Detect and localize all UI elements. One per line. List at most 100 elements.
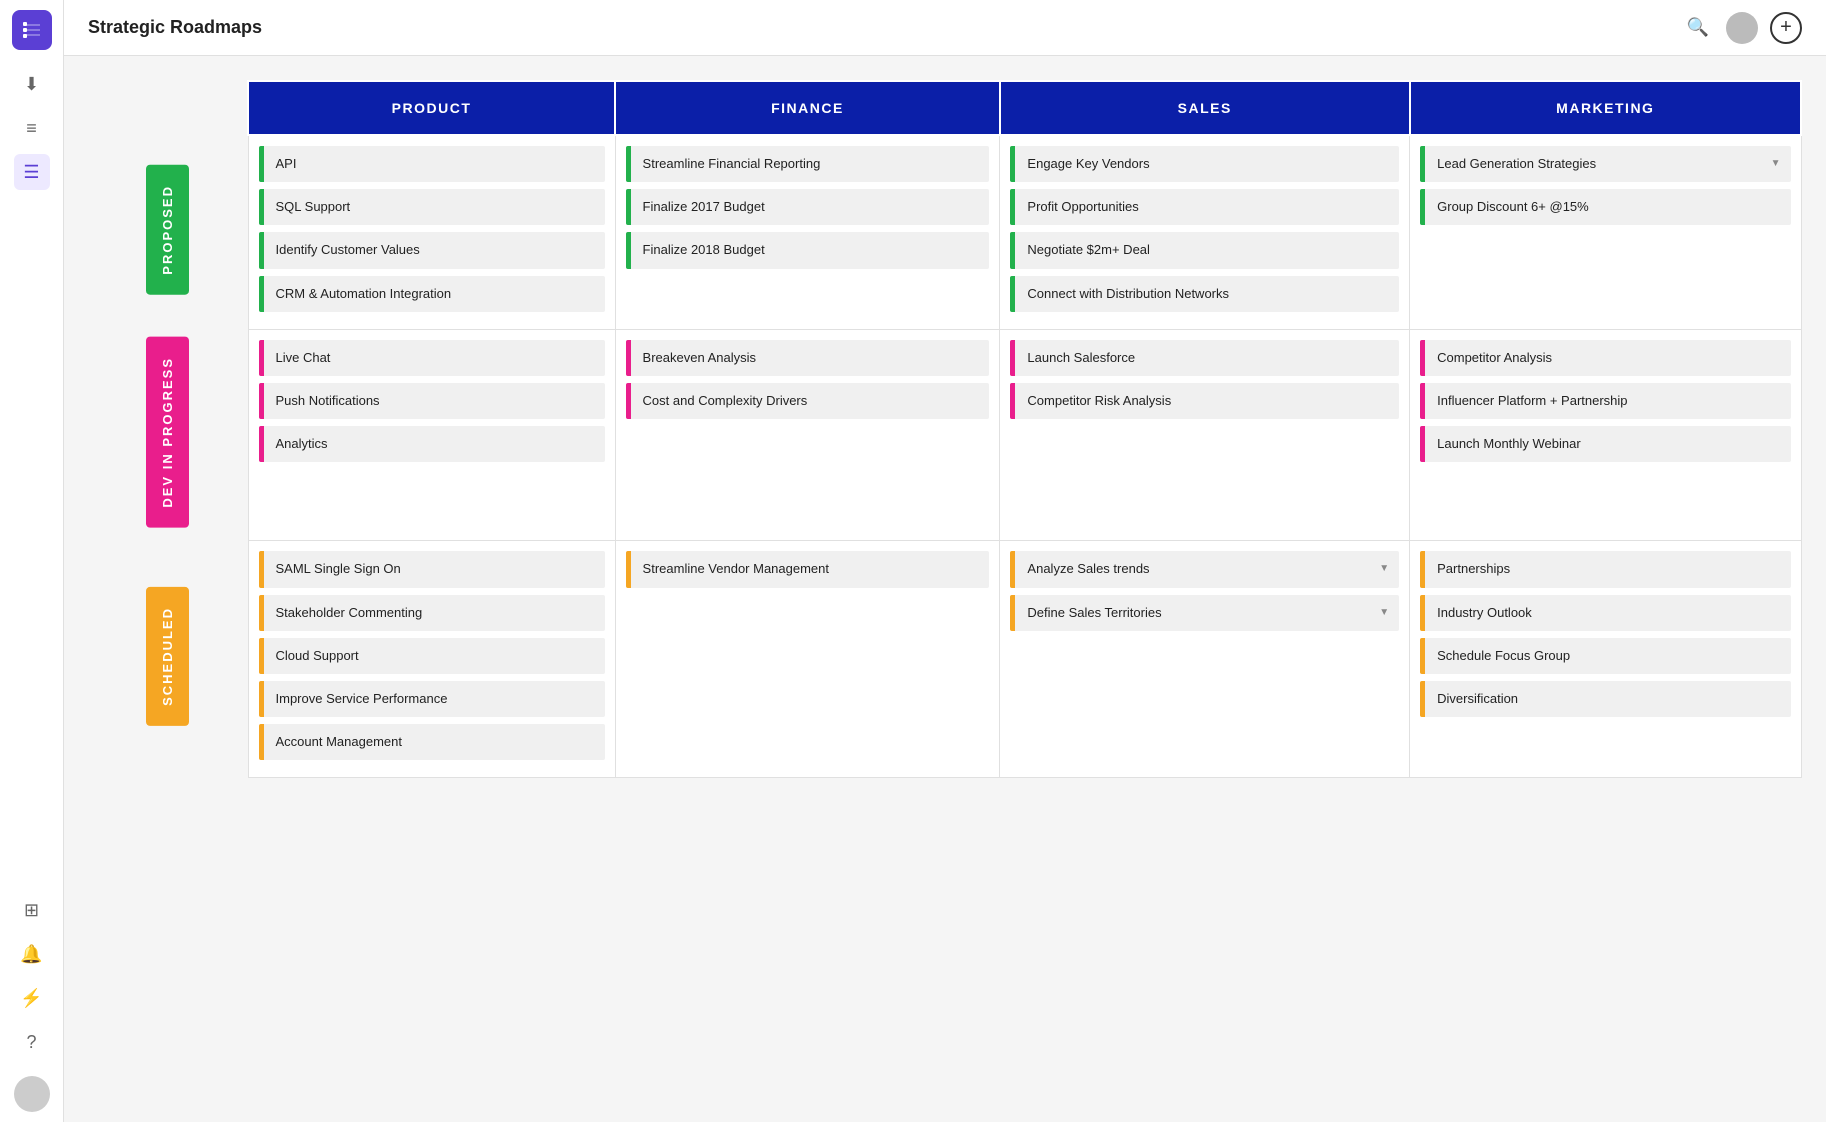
card-text: Negotiate $2m+ Deal (1027, 241, 1389, 259)
card[interactable]: Cloud Support (259, 638, 605, 674)
card[interactable]: Identify Customer Values (259, 232, 605, 268)
app-logo[interactable] (12, 10, 52, 50)
col-header-marketing: MARKETING (1410, 81, 1801, 135)
card-text: Schedule Focus Group (1437, 647, 1780, 665)
card[interactable]: API (259, 146, 605, 182)
card[interactable]: Diversification (1420, 681, 1790, 717)
card-text: Industry Outlook (1437, 604, 1780, 622)
card-text: Influencer Platform + Partnership (1437, 392, 1780, 410)
card[interactable]: Analytics (259, 426, 605, 462)
sidebar-lightning[interactable]: ⚡ (14, 980, 50, 1016)
card[interactable]: SAML Single Sign On (259, 551, 605, 587)
card[interactable]: Analyze Sales trends▼ (1010, 551, 1399, 587)
card-text: Finalize 2018 Budget (643, 241, 980, 259)
card-text: Push Notifications (276, 392, 595, 410)
card-text: Engage Key Vendors (1027, 155, 1389, 173)
cell-scheduled-finance: Streamline Vendor Management (615, 541, 1000, 778)
user-avatar[interactable] (1726, 12, 1758, 44)
card-text: Launch Salesforce (1027, 349, 1389, 367)
cell-dev-in-progress-finance: Breakeven Analysis Cost and Complexity Dr… (615, 329, 1000, 541)
card-text: Profit Opportunities (1027, 198, 1389, 216)
card-text: Identify Customer Values (276, 241, 595, 259)
sidebar-bell[interactable]: 🔔 (14, 936, 50, 972)
sidebar-download[interactable]: ⬇ (14, 66, 50, 102)
card[interactable]: Streamline Vendor Management (626, 551, 990, 587)
card[interactable]: Competitor Risk Analysis (1010, 383, 1399, 419)
row-label-text-dev-in-progress: DEV IN PROGRESS (146, 337, 189, 528)
card-text: Group Discount 6+ @15% (1437, 198, 1780, 216)
card-text: Improve Service Performance (276, 690, 595, 708)
card[interactable]: Live Chat (259, 340, 605, 376)
row-label-proposed: PROPOSED (88, 135, 248, 329)
chevron-down-icon: ▼ (1379, 562, 1389, 576)
card[interactable]: Connect with Distribution Networks (1010, 276, 1399, 312)
logo-icon (20, 18, 44, 42)
sidebar-roadmap[interactable]: ☰ (14, 154, 50, 190)
card-text: SQL Support (276, 198, 595, 216)
card-text: Lead Generation Strategies (1437, 155, 1764, 173)
card-text: Breakeven Analysis (643, 349, 980, 367)
card[interactable]: Launch Salesforce (1010, 340, 1399, 376)
card[interactable]: Lead Generation Strategies ▼ (1420, 146, 1790, 182)
card[interactable]: Stakeholder Commenting (259, 595, 605, 631)
cell-dev-in-progress-product: Live Chat Push Notifications Analytics (248, 329, 615, 541)
col-header-product: PRODUCT (248, 81, 615, 135)
roadmap-table: PRODUCT FINANCE SALES MARKETING PROPOSED… (88, 80, 1802, 778)
card[interactable]: Schedule Focus Group (1420, 638, 1790, 674)
cell-scheduled-sales: Analyze Sales trends▼ Define Sales Territ… (1000, 541, 1410, 778)
card[interactable]: Finalize 2017 Budget (626, 189, 990, 225)
card-text: Competitor Analysis (1437, 349, 1780, 367)
card-text: Analytics (276, 435, 595, 453)
card[interactable]: Engage Key Vendors (1010, 146, 1399, 182)
card[interactable]: Push Notifications (259, 383, 605, 419)
card[interactable]: Streamline Financial Reporting (626, 146, 990, 182)
card[interactable]: CRM & Automation Integration (259, 276, 605, 312)
card-text: CRM & Automation Integration (276, 285, 595, 303)
card[interactable]: Profit Opportunities (1010, 189, 1399, 225)
cell-proposed-marketing: Lead Generation Strategies ▼ Group Discoun… (1410, 135, 1801, 329)
cell-proposed-sales: Engage Key Vendors Profit Opportunities Ne… (1000, 135, 1410, 329)
card-text: Diversification (1437, 690, 1780, 708)
content-area: PRODUCT FINANCE SALES MARKETING PROPOSED… (64, 56, 1826, 1122)
col-header-sales: SALES (1000, 81, 1410, 135)
card[interactable]: Finalize 2018 Budget (626, 232, 990, 268)
search-icon[interactable]: 🔍 (1682, 12, 1714, 44)
card-text: Launch Monthly Webinar (1437, 435, 1780, 453)
card[interactable]: SQL Support (259, 189, 605, 225)
card-text: SAML Single Sign On (276, 560, 595, 578)
card[interactable]: Partnerships (1420, 551, 1790, 587)
card-text: Stakeholder Commenting (276, 604, 595, 622)
card[interactable]: Account Management (259, 724, 605, 760)
card-text: Streamline Financial Reporting (643, 155, 980, 173)
card[interactable]: Influencer Platform + Partnership (1420, 383, 1790, 419)
card[interactable]: Define Sales Territories ▼ (1010, 595, 1399, 631)
card[interactable]: Competitor Analysis (1420, 340, 1790, 376)
chevron-down-icon: ▼ (1771, 157, 1781, 171)
row-label-text-proposed: PROPOSED (146, 165, 189, 295)
sidebar-help[interactable]: ? (14, 1024, 50, 1060)
card-text: Define Sales Territories (1027, 604, 1373, 622)
row-label-scheduled: SCHEDULED (88, 541, 248, 778)
card[interactable]: Improve Service Performance (259, 681, 605, 717)
cell-proposed-finance: Streamline Financial Reporting Finalize 2… (615, 135, 1000, 329)
cell-scheduled-marketing: Partnerships Industry Outlook Schedule Foc… (1410, 541, 1801, 778)
page-title: Strategic Roadmaps (88, 17, 1666, 38)
card-text: Connect with Distribution Networks (1027, 285, 1389, 303)
cell-scheduled-product: SAML Single Sign On Stakeholder Commentin… (248, 541, 615, 778)
card-text: Cost and Complexity Drivers (643, 392, 980, 410)
card-text: API (276, 155, 595, 173)
add-button[interactable]: + (1770, 12, 1802, 44)
card[interactable]: Launch Monthly Webinar (1420, 426, 1790, 462)
header: Strategic Roadmaps 🔍 + (64, 0, 1826, 56)
card-text: Finalize 2017 Budget (643, 198, 980, 216)
card[interactable]: Industry Outlook (1420, 595, 1790, 631)
sidebar-list[interactable]: ≡ (14, 110, 50, 146)
card[interactable]: Negotiate $2m+ Deal (1010, 232, 1399, 268)
sidebar-user-add[interactable]: ⊞ (14, 892, 50, 928)
row-label-dev-in-progress: DEV IN PROGRESS (88, 329, 248, 541)
card[interactable]: Group Discount 6+ @15% (1420, 189, 1790, 225)
chevron-down-icon: ▼ (1379, 606, 1389, 620)
sidebar-avatar[interactable] (14, 1076, 50, 1112)
card[interactable]: Cost and Complexity Drivers (626, 383, 990, 419)
card[interactable]: Breakeven Analysis (626, 340, 990, 376)
